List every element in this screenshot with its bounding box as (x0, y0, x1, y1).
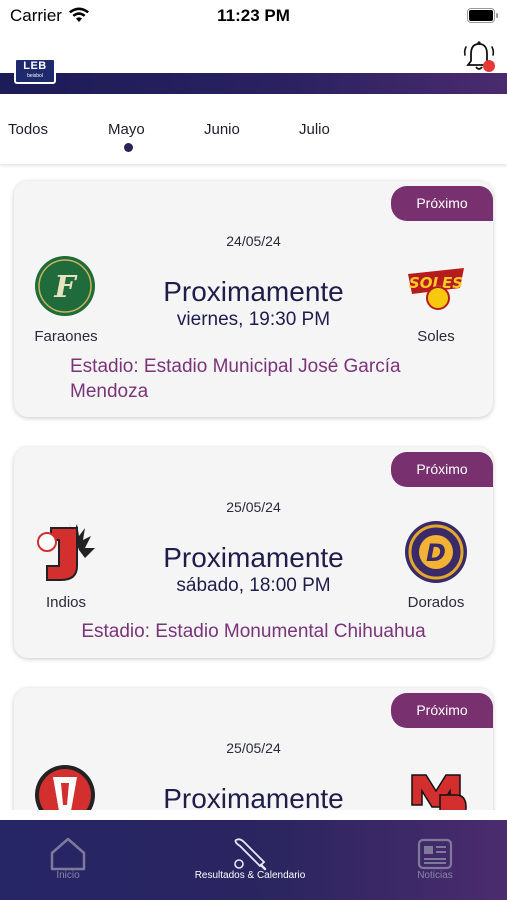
nav-label-noticias: Noticias (417, 870, 453, 881)
status-badge: Próximo (391, 452, 493, 487)
venue: Estadio: Estadio Monumental Chihuahua (81, 621, 426, 642)
bottom-nav: Inicio Resultados & Calendario Noticias (0, 820, 507, 900)
bell-icon[interactable] (460, 38, 498, 76)
logo-text: LEB (23, 60, 47, 72)
venue: Estadio: Estadio Municipal José García M… (70, 356, 401, 402)
game-status: Proximamente (163, 783, 344, 810)
home-team-name: Faraones (34, 328, 98, 345)
tab-mayo[interactable]: Mayo (108, 121, 145, 138)
game-card[interactable]: Próximo 25/05/24 MD Proximamente (14, 688, 493, 810)
game-date: 25/05/24 (226, 499, 281, 515)
logo-subtext: beisbol (27, 73, 43, 79)
tab-julio[interactable]: Julio (299, 121, 330, 138)
away-team-name: Dorados (407, 594, 465, 611)
game-status: Proximamente (163, 276, 344, 307)
baseball-bat-icon (234, 838, 267, 871)
game-date: 25/05/24 (226, 740, 281, 756)
leb-logo[interactable]: LEB beisbol (14, 58, 56, 84)
game-date: 24/05/24 (226, 233, 281, 249)
nav-label-inicio: Inicio (56, 870, 80, 881)
status-time: 11:23 PM (217, 6, 290, 25)
nav-label-resultados: Resultados & Calendario (194, 870, 306, 881)
tab-todos[interactable]: Todos (8, 121, 48, 138)
header-band (0, 73, 507, 94)
newspaper-icon (417, 838, 453, 870)
tab-junio[interactable]: Junio (204, 121, 240, 138)
game-card[interactable]: Próximo 25/05/24 J D Proximamente sábado… (14, 447, 493, 658)
game-card[interactable]: Próximo 24/05/24 F SOLES Proximamente vi… (14, 181, 493, 417)
nav-noticias[interactable]: Noticias (385, 820, 485, 900)
home-icon (50, 837, 86, 871)
away-team-name: Soles (417, 328, 455, 345)
selected-tab-indicator (124, 143, 133, 152)
nav-resultados[interactable]: Resultados & Calendario (172, 820, 328, 900)
status-bar: Carrier 11:23 PM (0, 0, 507, 30)
nav-inicio[interactable]: Inicio (18, 820, 118, 900)
status-badge: Próximo (391, 186, 493, 221)
games-list[interactable]: Próximo 24/05/24 F SOLES Proximamente vi… (0, 164, 507, 810)
game-status: Proximamente (163, 542, 344, 573)
status-badge: Próximo (391, 693, 493, 728)
battery-icon (467, 8, 498, 23)
month-tabs: Todos Mayo Junio Julio (0, 94, 507, 164)
home-team-name: Indios (45, 594, 87, 611)
